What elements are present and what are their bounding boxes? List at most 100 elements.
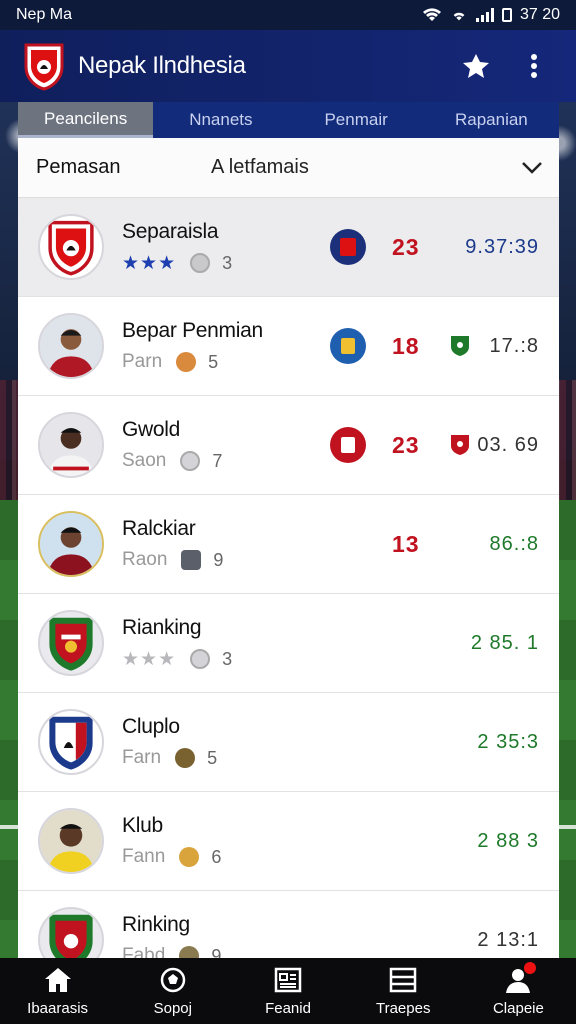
item-rating: 5 [208, 351, 219, 372]
tab-penmair[interactable]: Penmair [289, 102, 424, 138]
medal-icon [176, 352, 197, 372]
player-avatar [38, 412, 104, 478]
nav-list[interactable]: Traepes [346, 958, 461, 1024]
team-badge-icon [330, 328, 366, 364]
nav-label: Traepes [375, 999, 431, 1017]
item-name: Rinking [122, 913, 190, 936]
item-name: Gwold [122, 418, 181, 441]
player-avatar [38, 511, 104, 577]
item-value: 17.:8 [489, 334, 539, 357]
stars-rating: ★★★ [122, 252, 177, 274]
main-panel: Peancilens Nnanets Penmair Rapanian Pema… [18, 102, 559, 958]
item-subtitle: Fann [122, 846, 166, 867]
list-item[interactable]: Rinking Fabd 9 2 13:1 [18, 891, 559, 958]
item-value: 2 13:1 [477, 928, 539, 951]
club-logo-icon [24, 43, 64, 91]
item-name: Klub [122, 814, 163, 837]
item-name: Separaisla [122, 219, 219, 243]
nav-news[interactable]: Feanid [230, 958, 345, 1024]
more-vert-icon [531, 54, 537, 78]
ball-icon [160, 967, 186, 992]
item-value: 2 35:3 [477, 730, 539, 753]
item-score: 13 [392, 530, 420, 557]
carrier-label: Nep Ma [16, 6, 73, 23]
nav-label: Sopoj [153, 999, 192, 1017]
bottom-nav: Ibaarasis Sopoj Feanid Traepes Clapeie [0, 958, 576, 1024]
mini-shield-icon [451, 336, 469, 356]
team-badge-icon [330, 427, 366, 463]
item-rating: 3 [222, 648, 233, 669]
nav-label: Clapeie [492, 999, 544, 1017]
item-rating: 3 [222, 252, 233, 273]
item-value: 03. 69 [477, 433, 539, 456]
item-subtitle: Farn [122, 747, 162, 768]
item-name: Bepar Penmian [122, 319, 263, 342]
chevron-down-icon [522, 161, 542, 174]
list-item[interactable]: Ralckiar Raon 9 13 86.:8 [18, 495, 559, 594]
star-icon [463, 54, 489, 78]
list-item[interactable]: Cluplo Farn 5 2 35:3 [18, 693, 559, 792]
nav-home[interactable]: Ibaarasis [0, 958, 115, 1024]
stars-rating: ★★★ [122, 648, 177, 670]
item-value: 2 85. 1 [470, 631, 539, 654]
medal-icon [179, 847, 200, 867]
signal-icon [475, 8, 494, 22]
nav-ball[interactable]: Sopoj [115, 958, 230, 1024]
list-item[interactable]: Gwold Saon 7 23 03. 69 [18, 396, 559, 495]
club-crest-avatar [38, 214, 104, 280]
nav-label: Feanid [265, 999, 311, 1017]
item-subtitle: Fabd [122, 945, 166, 958]
item-rating: 9 [211, 945, 222, 959]
item-score: 23 [392, 431, 420, 458]
tab-bar: Peancilens Nnanets Penmair Rapanian [18, 102, 559, 138]
item-name: Cluplo [122, 715, 180, 738]
filter-dropdown[interactable]: Pemasan A letfamais [18, 138, 559, 198]
list-item[interactable]: Klub Fann 6 2 88 3 [18, 792, 559, 891]
tab-rapanian[interactable]: Rapanian [424, 102, 559, 138]
nav-profile[interactable]: Clapeie [461, 958, 576, 1024]
news-icon [274, 967, 302, 992]
item-value: 86.:8 [489, 532, 539, 555]
item-value: 2 88 3 [477, 829, 539, 852]
favorite-button[interactable] [456, 46, 496, 86]
medal-icon [190, 253, 211, 273]
medal-icon [180, 451, 201, 471]
item-name: Rianking [122, 615, 202, 639]
list-item[interactable]: Bepar Penmian Parn 5 18 17.:8 [18, 297, 559, 396]
app-bar: Nepak Ilndhesia [0, 30, 576, 102]
item-subtitle: Saon [122, 450, 167, 471]
item-value: 9.37:39 [465, 235, 539, 258]
filter-value: A letfamais [211, 156, 309, 178]
medal-icon [190, 649, 211, 669]
item-subtitle: Raon [122, 549, 168, 570]
medal-icon [181, 550, 202, 570]
item-rating: 9 [213, 549, 224, 570]
app-title: Nepak Ilndhesia [78, 52, 246, 79]
list-item[interactable]: Rianking ★★★ 3 2 85. 1 [18, 594, 559, 693]
player-avatar [38, 808, 104, 874]
item-score: 18 [392, 332, 420, 359]
home-icon [44, 967, 71, 992]
item-subtitle: Parn [122, 351, 163, 372]
status-bar: Nep Ma 37 20 [0, 0, 576, 30]
list-item[interactable]: Separaisla ★★★ 3 23 9.37:39 [18, 198, 559, 297]
item-name: Ralckiar [122, 517, 196, 540]
medal-icon [179, 946, 200, 958]
more-options-button[interactable] [514, 46, 554, 86]
tab-nnanets[interactable]: Nnanets [153, 102, 288, 138]
club-crest-avatar [38, 709, 104, 775]
tab-peancilens[interactable]: Peancilens [18, 102, 154, 138]
item-rating: 7 [212, 450, 223, 471]
battery-icon [501, 8, 512, 22]
filter-label: Pemasan [36, 156, 121, 178]
nav-label: Ibaarasis [27, 999, 89, 1017]
item-rating: 6 [211, 846, 222, 867]
list-icon [389, 967, 417, 992]
mini-shield-icon [451, 435, 469, 455]
item-rating: 5 [207, 747, 218, 768]
club-crest-avatar [38, 907, 104, 958]
team-badge-icon [330, 229, 366, 265]
medal-icon [175, 748, 196, 768]
club-crest-avatar [38, 610, 104, 676]
wifi-icon [422, 8, 441, 21]
